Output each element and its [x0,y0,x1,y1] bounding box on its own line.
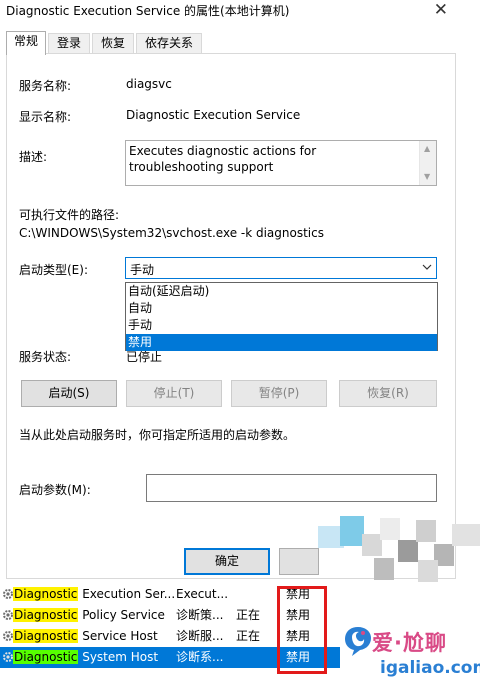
startup-type-value: 手动 [130,263,155,277]
service-status-label: 服务状态: [19,350,72,364]
service-status: 正在 [236,608,261,622]
watermark: 爱·尬聊 igaliao.com [340,620,480,692]
option-manual[interactable]: 手动 [126,317,437,334]
service-description: 诊断服... [176,629,224,643]
option-auto-delayed[interactable]: 自动(延迟启动) [126,283,437,300]
scroll-down-icon[interactable]: ▼ [424,172,430,181]
service-status: 正在 [236,629,261,643]
service-name-highlight: Diagnostic [13,629,79,643]
service-description: 诊断策... [176,608,224,622]
service-name-value: diagsvc [126,77,172,91]
annotation-red-box [277,586,327,674]
service-name-highlight: Diagnostic [13,587,79,601]
option-disabled[interactable]: 禁用 [126,334,437,351]
display-name-label: 显示名称: [19,110,72,124]
watermark-brand: 爱·尬聊 [372,631,447,655]
service-name-highlight: Diagnostic [13,608,79,622]
scroll-up-icon[interactable]: ▲ [424,144,430,153]
description-label: 描述: [19,150,48,164]
start-button[interactable]: 启动(S) [21,380,117,407]
window-title: Diagnostic Execution Service 的属性(本地计算机) [6,4,290,18]
tab-logon[interactable]: 登录 [48,33,90,54]
service-name-rest: System Host [78,650,159,664]
watermark-url: igaliao.com [380,658,480,678]
tab-dependencies[interactable]: 依存关系 [136,33,202,54]
exe-path-value: C:\WINDOWS\System32\svchost.exe -k diagn… [19,226,324,240]
description-text: Executes diagnostic actions for troubles… [129,144,317,174]
service-description: Execut... [176,587,229,601]
pause-button[interactable]: 暂停(P) [231,380,327,407]
title-bar: Diagnostic Execution Service 的属性(本地计算机) … [0,0,462,24]
chat-logo-icon [345,627,371,656]
description-box[interactable]: Executes diagnostic actions for troubles… [125,140,437,186]
tab-strip: 常规 登录 恢复 依存关系 [6,31,456,55]
service-description: 诊断系... [176,650,224,664]
cancel-button[interactable] [279,548,319,575]
startup-type-label: 启动类型(E): [19,263,88,277]
service-name-highlight: Diagnostic [13,650,79,664]
tab-recovery[interactable]: 恢复 [92,33,134,54]
service-properties-dialog: Diagnostic Execution Service 的属性(本地计算机) … [0,0,462,582]
blurred-region [318,514,480,588]
tab-general[interactable]: 常规 [6,31,46,55]
description-scrollbar[interactable]: ▲ ▼ [419,141,436,185]
start-params-input[interactable] [146,474,437,502]
stop-button[interactable]: 停止(T) [126,380,222,407]
option-auto[interactable]: 自动 [126,300,437,317]
start-params-hint: 当从此处启动服务时，你可指定所适用的启动参数。 [19,428,296,442]
service-name-rest: Policy Service [78,608,165,622]
service-name-rest: Execution Ser... [78,587,176,601]
startup-type-select[interactable]: 手动 [125,257,437,279]
startup-type-dropdown: 自动(延迟启动) 自动 手动 禁用 [125,282,438,351]
service-name-rest: Service Host [78,629,158,643]
display-name-value: Diagnostic Execution Service [126,108,301,122]
resume-button[interactable]: 恢复(R) [339,380,437,407]
chevron-down-icon[interactable] [422,262,432,272]
close-icon[interactable]: ✕ [434,0,448,20]
service-name-label: 服务名称: [19,79,72,93]
exe-path-label: 可执行文件的路径: [19,208,120,222]
start-params-label: 启动参数(M): [19,483,91,497]
ok-button[interactable]: 确定 [184,548,270,575]
